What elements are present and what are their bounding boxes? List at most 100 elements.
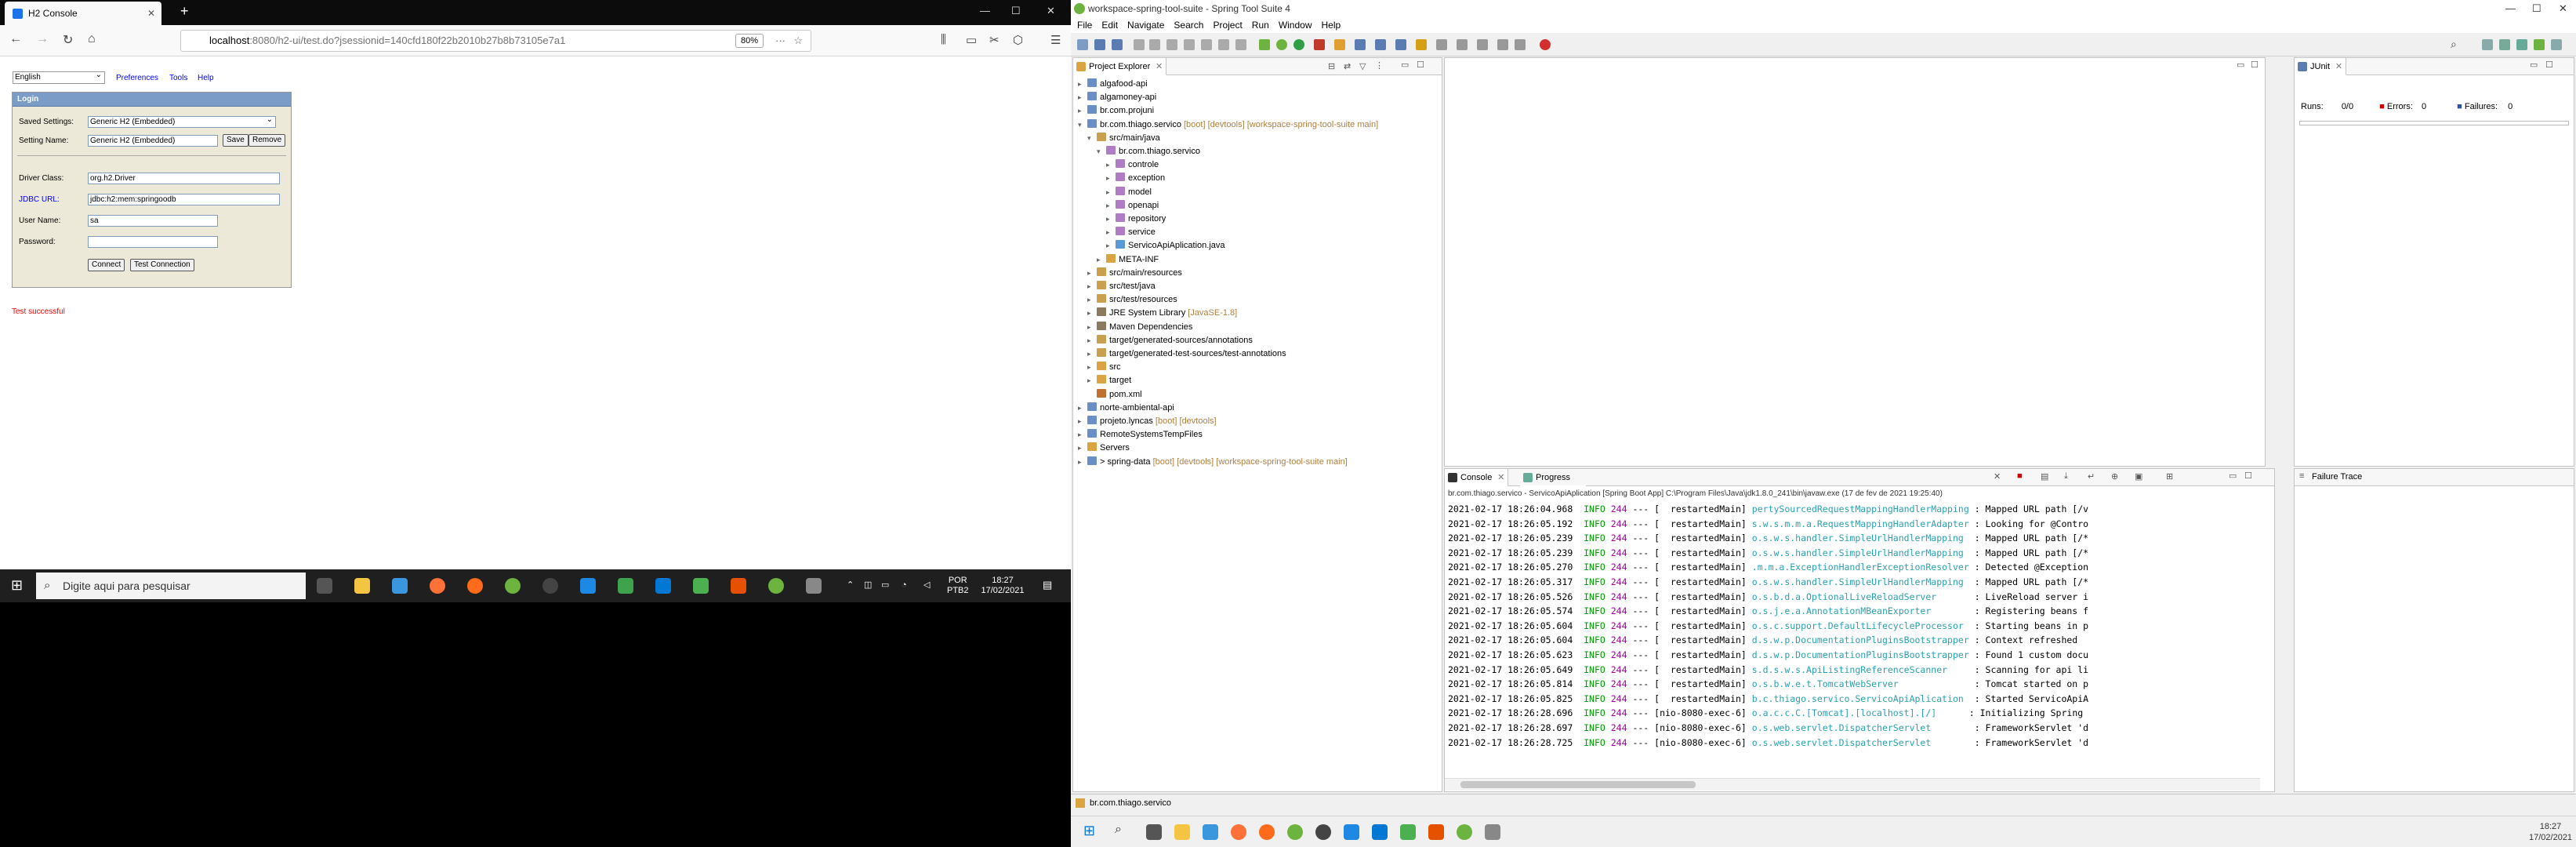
sourcetree-icon[interactable] [580, 578, 596, 594]
spring-tool-suite-icon[interactable] [505, 578, 521, 594]
tree-item[interactable]: ▸ > spring-data [boot] [devtools] [worksp… [1078, 455, 1348, 469]
reload-icon[interactable]: ↻ [63, 32, 73, 48]
annotation-prev-icon[interactable] [1477, 39, 1488, 50]
task-view-icon[interactable] [317, 578, 332, 594]
external-tools-icon[interactable] [1334, 39, 1345, 50]
junit-maximize-icon[interactable]: ☐ [2545, 60, 2553, 70]
home-icon[interactable]: ⌂ [88, 32, 96, 46]
expand-arrow-icon[interactable]: ▸ [1106, 185, 1116, 199]
tools-link[interactable]: Tools [169, 74, 187, 82]
perspective-debug-icon[interactable] [2516, 39, 2527, 50]
new-tab-icon[interactable]: + [180, 3, 189, 20]
expand-arrow-icon[interactable]: ▸ [1078, 455, 1087, 469]
eclipse-icon[interactable] [542, 578, 558, 594]
tab-project-explorer[interactable]: Project Explorer ✕ [1073, 58, 1167, 75]
back-icon[interactable]: ← [9, 32, 22, 46]
tool-icon[interactable] [806, 578, 822, 594]
red-tool-icon[interactable] [1540, 39, 1551, 50]
minimize-icon[interactable]: — [980, 5, 990, 16]
library-icon[interactable]: ⫼ [941, 33, 946, 46]
perspective-java-icon[interactable] [2499, 39, 2510, 50]
tree-item[interactable]: ▸ RemoteSystemsTempFiles [1078, 427, 1203, 442]
menu-run[interactable]: Run [1252, 17, 1269, 33]
tree-item[interactable]: ▸ JRE System Library [JavaSE-1.8] [1087, 306, 1237, 320]
jdbc-url-label[interactable]: JDBC URL: [19, 195, 60, 204]
expand-arrow-icon[interactable]: ▸ [1106, 171, 1116, 185]
tree-item[interactable]: ▸ Servers [1078, 441, 1130, 455]
help-link[interactable]: Help [198, 74, 214, 82]
expand-arrow-icon[interactable]: ▸ [1106, 158, 1116, 172]
file-explorer-icon[interactable] [1174, 824, 1190, 840]
tab-console[interactable]: Console ✕ [1445, 469, 1509, 486]
sublime-icon[interactable] [731, 578, 746, 594]
tree-item[interactable]: ▸ exception [1106, 171, 1165, 185]
store-icon[interactable] [1203, 824, 1218, 840]
run-icon[interactable] [1293, 39, 1304, 50]
expand-arrow-icon[interactable]: ▸ [1087, 266, 1097, 280]
screenshot-icon[interactable]: ✂ [989, 33, 1000, 47]
save-icon[interactable] [1094, 39, 1105, 50]
tab-progress[interactable]: Progress [1520, 469, 1587, 486]
expand-arrow-icon[interactable]: ▾ [1097, 144, 1106, 158]
expand-arrow-icon[interactable]: ▸ [1087, 306, 1097, 320]
maximize-icon[interactable]: ☐ [1011, 5, 1021, 17]
postman-icon[interactable] [467, 578, 483, 594]
tray-chevron-icon[interactable]: ⌃ [847, 580, 854, 591]
search-icon[interactable]: ⌕ [1115, 823, 1122, 837]
extension-icon[interactable]: ⬡ [1013, 33, 1023, 47]
menu-project[interactable]: Project [1213, 17, 1242, 33]
expand-arrow-icon[interactable]: ▸ [1087, 373, 1097, 387]
display-console-icon[interactable]: ▣ [2135, 471, 2142, 482]
tree-item[interactable]: ▸ Maven Dependencies [1087, 320, 1192, 334]
console-minimize-icon[interactable]: ▭ [2229, 471, 2237, 481]
menu-navigate[interactable]: Navigate [1127, 17, 1164, 33]
ide-tray-clock[interactable]: 18:27 17/02/2021 [2529, 821, 2572, 843]
annotation-next-icon[interactable] [1457, 39, 1468, 50]
tray-wifi-icon[interactable]: ◔ [902, 580, 907, 591]
store-icon[interactable] [392, 578, 408, 594]
firefox-icon[interactable] [430, 578, 445, 594]
tree-item[interactable]: ▾ br.com.thiago.servico [1097, 144, 1200, 158]
menu-search[interactable]: Search [1174, 17, 1203, 33]
new-class-icon[interactable] [1395, 39, 1406, 50]
spring-tool-suite-icon[interactable] [1287, 824, 1303, 840]
app-icon[interactable] [693, 578, 709, 594]
junit-minimize-icon[interactable]: ▭ [2530, 60, 2538, 70]
expand-arrow-icon[interactable]: ▸ [1087, 360, 1097, 374]
bookmark-star-icon[interactable]: ☆ [793, 31, 803, 51]
ide-search-icon[interactable]: ⌕ [2451, 38, 2457, 51]
tray-volume-icon[interactable]: ◁ [923, 580, 930, 591]
link-editor-icon[interactable]: ⇄ [1344, 61, 1351, 71]
sourcetree-icon[interactable] [1344, 824, 1359, 840]
tree-item[interactable]: ▸ src/main/resources [1087, 266, 1182, 280]
vscode-icon[interactable] [655, 578, 671, 594]
tab-junit[interactable]: JUnit ✕ [2295, 58, 2347, 75]
zoom-indicator[interactable]: 80% [735, 34, 764, 48]
tree-item[interactable]: ▸ src/test/resources [1087, 293, 1177, 307]
tree-item[interactable]: ▸ META-INF [1097, 253, 1159, 267]
sidebar-icon[interactable]: ▭ [966, 33, 977, 47]
ide-minimize-icon[interactable]: — [2505, 0, 2516, 17]
expand-arrow-icon[interactable]: ▾ [1087, 131, 1097, 145]
task-view-icon[interactable] [1146, 824, 1162, 840]
ide-close-icon[interactable]: ✕ [2559, 0, 2567, 17]
taskbar-search[interactable]: ⌕ Digite aqui para pesquisar [36, 573, 306, 599]
tree-item[interactable]: ▸ model [1106, 185, 1152, 199]
tree-item[interactable]: ▾ src/main/java [1087, 131, 1160, 145]
expand-arrow-icon[interactable]: ▸ [1078, 77, 1087, 91]
tree-item[interactable]: ▸ algamoney-api [1078, 90, 1156, 104]
tree-item[interactable]: ▸ target [1087, 373, 1131, 387]
step-return-icon[interactable] [1235, 39, 1246, 50]
perspective-git-icon[interactable] [2551, 39, 2562, 50]
jdbc-url-field[interactable]: jdbc:h2:mem:springoodb [88, 194, 280, 205]
sublime-icon[interactable] [1428, 824, 1444, 840]
tray-clock[interactable]: 18:27 17/02/2021 [978, 576, 1027, 596]
menu-file[interactable]: File [1077, 17, 1092, 33]
collapse-all-icon[interactable]: ⊟ [1328, 61, 1335, 71]
console-output[interactable]: 2021-02-17 18:26:04.968 INFO 244 --- [ r… [1445, 502, 2260, 776]
perspective-spring-icon[interactable] [2534, 39, 2545, 50]
tree-item[interactable]: ▸ ServicoApiAplication.java [1106, 238, 1225, 253]
git-icon[interactable] [618, 578, 633, 594]
language-select[interactable]: English [13, 70, 105, 84]
editor-maximize-icon[interactable]: ☐ [2251, 60, 2259, 70]
